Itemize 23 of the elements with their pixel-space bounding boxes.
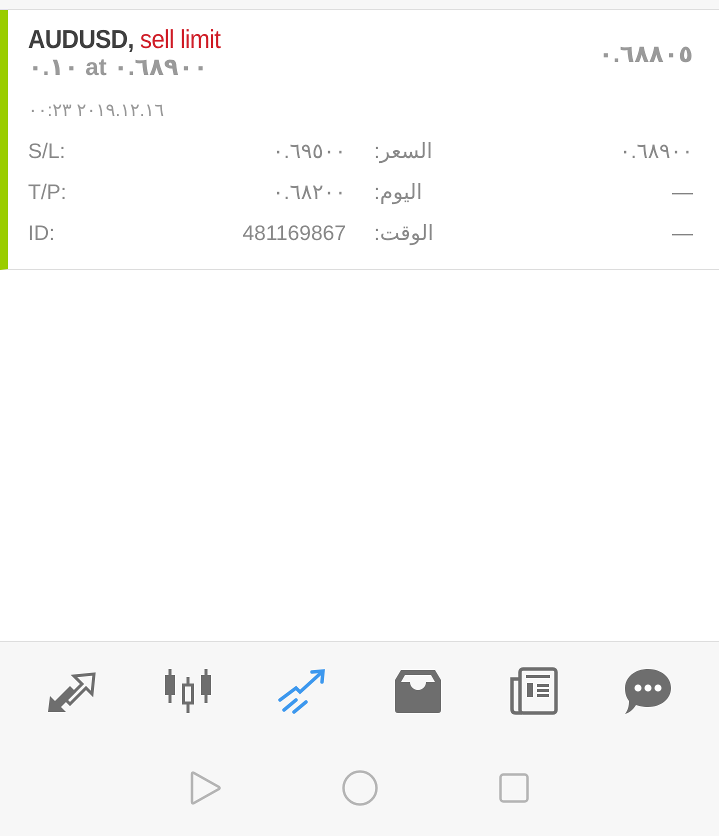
newspaper-icon	[508, 666, 558, 714]
detail-value: ٠.٦٨٩٠٠	[618, 139, 693, 165]
order-time: ٠٠:٢٣ ٢٠١٩.١٢.١٦	[28, 100, 166, 121]
detail-label: السعر:	[374, 139, 433, 166]
triangle-icon	[190, 770, 222, 806]
chat-bubble-icon	[622, 666, 673, 714]
detail-value: ٠.٦٩٥٠٠	[271, 139, 346, 165]
detail-value: —	[671, 221, 693, 247]
detail-value: —	[671, 180, 693, 206]
detail-value: ٠.٦٨٢٠٠	[271, 180, 346, 206]
current-price: ٠.٦٨٨٠٥	[598, 40, 693, 69]
candlestick-icon	[163, 666, 214, 714]
detail-label: الوقت:	[374, 221, 434, 248]
square-icon	[498, 772, 529, 802]
detail-label: اليوم:	[374, 180, 422, 206]
inbox-icon	[392, 668, 443, 714]
detail-label: ID:	[28, 221, 56, 247]
order-title: AUDUSD, sell limit	[28, 24, 220, 54]
order-volume: ٠.١٠ at ٠.٦٨٩٠٠	[28, 54, 209, 82]
detail-label: S/L:	[28, 139, 66, 165]
detail-value: 481169867	[241, 221, 346, 247]
circle-icon	[342, 770, 378, 806]
detail-label: T/P:	[28, 180, 68, 206]
